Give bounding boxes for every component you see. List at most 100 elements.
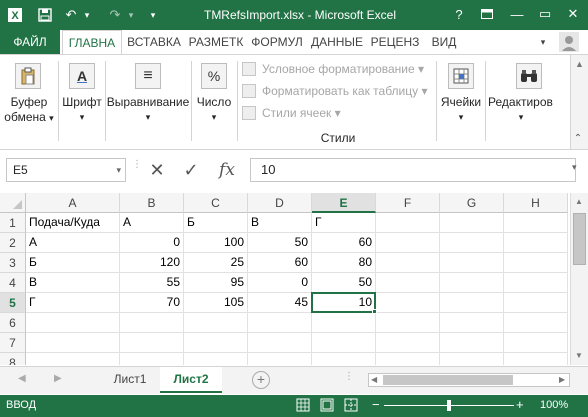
alignment-group[interactable]: ≡ Выравнивание ▾ xyxy=(106,55,190,149)
binoculars-icon[interactable] xyxy=(516,63,542,89)
column-header-a[interactable]: A xyxy=(26,193,120,213)
number-group[interactable]: % Число ▾ xyxy=(192,55,236,149)
cell-e6[interactable] xyxy=(312,313,376,333)
cell-d7[interactable] xyxy=(248,333,312,353)
undo-dropdown-icon[interactable]: ▾ xyxy=(78,6,96,24)
normal-view-icon[interactable] xyxy=(296,398,310,412)
cell-a3[interactable]: Б xyxy=(26,253,120,273)
help-button[interactable]: ? xyxy=(448,4,470,24)
cell-b8[interactable] xyxy=(120,353,184,365)
cell-a2[interactable]: А xyxy=(26,233,120,253)
collapse-ribbon-icon[interactable]: ⌃ xyxy=(570,133,586,147)
cells-icon[interactable] xyxy=(448,63,474,89)
column-header-c[interactable]: C xyxy=(184,193,248,213)
zoom-out-button[interactable]: − xyxy=(372,397,380,412)
clipboard-icon[interactable] xyxy=(15,63,41,89)
name-box[interactable]: E5 ▾ xyxy=(6,158,126,182)
enter-edit-icon[interactable]: ✓ xyxy=(176,158,206,182)
scroll-up-icon[interactable]: ▲ xyxy=(575,197,583,206)
cell-f8[interactable] xyxy=(376,353,440,365)
tab-split-grip-icon[interactable]: ⋮ xyxy=(344,372,354,385)
cell-a6[interactable] xyxy=(26,313,120,333)
cell-e2[interactable]: 60 xyxy=(312,233,376,253)
cell-c3[interactable]: 25 xyxy=(184,253,248,273)
sheet-nav-prev-icon[interactable]: ◀ xyxy=(18,373,26,384)
cell-h7[interactable] xyxy=(504,333,568,353)
tab-data[interactable]: ДАННЫЕ xyxy=(308,30,366,54)
ribbon-scroll-up-icon[interactable]: ▲ xyxy=(575,59,584,69)
scroll-right-icon[interactable]: ▶ xyxy=(559,375,565,384)
cell-d2[interactable]: 50 xyxy=(248,233,312,253)
cell-g1[interactable] xyxy=(440,213,504,233)
cell-a8[interactable] xyxy=(26,353,120,365)
cell-g5[interactable] xyxy=(440,293,504,313)
scroll-down-icon[interactable]: ▼ xyxy=(575,351,583,360)
cell-g3[interactable] xyxy=(440,253,504,273)
minimize-button[interactable]: — xyxy=(506,4,528,24)
name-box-dropdown-icon[interactable]: ▾ xyxy=(116,159,121,181)
tab-formulas[interactable]: ФОРМУЛ xyxy=(248,30,306,54)
cell-a5[interactable]: Г xyxy=(26,293,120,313)
cell-b1[interactable]: А xyxy=(120,213,184,233)
cell-g4[interactable] xyxy=(440,273,504,293)
cell-d4[interactable]: 0 xyxy=(248,273,312,293)
cell-a1[interactable]: Подача/Куда xyxy=(26,213,120,233)
format-as-table-button[interactable]: Форматировать как таблицу ▾ xyxy=(242,81,428,101)
clipboard-group[interactable]: Буфер обмена ▾ xyxy=(0,55,58,149)
row-header-6[interactable]: 6 xyxy=(0,313,26,333)
redo-dropdown-icon[interactable]: ▾ xyxy=(122,6,140,24)
column-header-e[interactable]: E xyxy=(312,193,376,213)
cell-f1[interactable] xyxy=(376,213,440,233)
cell-b5[interactable]: 70 xyxy=(120,293,184,313)
editing-group[interactable]: Редактиров ▾ xyxy=(486,55,556,149)
tab-file[interactable]: ФАЙЛ xyxy=(0,30,60,54)
font-icon[interactable]: A xyxy=(69,63,95,89)
insert-function-icon[interactable]: fx xyxy=(212,158,242,182)
cell-b6[interactable] xyxy=(120,313,184,333)
cell-h6[interactable] xyxy=(504,313,568,333)
tab-home[interactable]: ГЛАВНА xyxy=(62,30,122,54)
cell-e8[interactable] xyxy=(312,353,376,365)
cell-f4[interactable] xyxy=(376,273,440,293)
cell-h5[interactable] xyxy=(504,293,568,313)
alignment-icon[interactable]: ≡ xyxy=(135,63,161,89)
cell-h1[interactable] xyxy=(504,213,568,233)
cell-b2[interactable]: 0 xyxy=(120,233,184,253)
scroll-left-icon[interactable]: ◀ xyxy=(371,375,377,384)
cell-d5[interactable]: 45 xyxy=(248,293,312,313)
cell-c2[interactable]: 100 xyxy=(184,233,248,253)
zoom-in-button[interactable]: + xyxy=(516,397,524,412)
cancel-edit-icon[interactable]: ✕ xyxy=(142,158,172,182)
cell-e7[interactable] xyxy=(312,333,376,353)
fill-handle[interactable] xyxy=(372,309,377,314)
cell-b3[interactable]: 120 xyxy=(120,253,184,273)
cell-h4[interactable] xyxy=(504,273,568,293)
cell-d6[interactable] xyxy=(248,313,312,333)
conditional-formatting-button[interactable]: Условное форматирование ▾ xyxy=(242,59,424,79)
cell-h8[interactable] xyxy=(504,353,568,365)
ribbon-display-options-button[interactable] xyxy=(476,4,498,24)
cell-h2[interactable] xyxy=(504,233,568,253)
column-header-d[interactable]: D xyxy=(248,193,312,213)
cell-c7[interactable] xyxy=(184,333,248,353)
tab-bar-dropdown-icon[interactable]: ▾ xyxy=(536,30,550,54)
maximize-button[interactable]: ▭ xyxy=(534,4,556,24)
excel-logo-icon[interactable]: X xyxy=(6,6,24,24)
cell-a4[interactable]: В xyxy=(26,273,120,293)
column-header-b[interactable]: B xyxy=(120,193,184,213)
row-header-4[interactable]: 4 xyxy=(0,273,26,293)
cell-c6[interactable] xyxy=(184,313,248,333)
cell-g7[interactable] xyxy=(440,333,504,353)
cell-g8[interactable] xyxy=(440,353,504,365)
column-header-f[interactable]: F xyxy=(376,193,440,213)
row-header-3[interactable]: 3 xyxy=(0,253,26,273)
row-header-8[interactable]: 8 xyxy=(0,353,26,365)
tab-insert[interactable]: ВСТАВКА xyxy=(124,30,184,54)
worksheet-grid[interactable]: A B C D E F G H 1 Подача/Куда А Б В Г 2 А 0 100 50 60 3 Б 120 2… xyxy=(0,193,570,365)
add-sheet-icon[interactable]: + xyxy=(252,371,270,389)
close-button[interactable]: ✕ xyxy=(562,4,584,24)
cell-e4[interactable]: 50 xyxy=(312,273,376,293)
vertical-scroll-thumb[interactable] xyxy=(573,213,586,265)
zoom-level[interactable]: 100% xyxy=(540,399,568,411)
cell-c5[interactable]: 105 xyxy=(184,293,248,313)
